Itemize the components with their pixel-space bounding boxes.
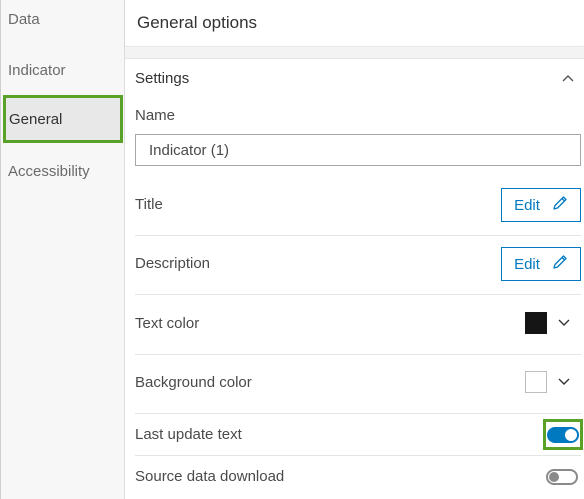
divider [135, 413, 581, 414]
text-color-swatch[interactable] [525, 312, 547, 334]
sidebar-item-accessibility[interactable]: Accessibility [1, 146, 125, 196]
description-label: Description [135, 255, 211, 272]
sidebar: Data Indicator General Accessibility [1, 0, 125, 499]
edit-description-button[interactable]: Edit [501, 247, 581, 281]
source-data-download-label: Source data download [135, 468, 285, 485]
chevron-down-icon[interactable] [557, 316, 571, 330]
sidebar-item-indicator[interactable]: Indicator [1, 45, 125, 95]
pencil-icon [552, 195, 568, 215]
name-label: Name [135, 107, 176, 124]
sidebar-item-general[interactable]: General [3, 95, 123, 143]
chevron-down-icon[interactable] [557, 375, 571, 389]
last-update-text-toggle[interactable] [547, 426, 579, 443]
sidebar-item-data[interactable]: Data [1, 0, 125, 44]
settings-card: Settings Name Title Edit [125, 58, 584, 499]
edit-title-label: Edit [514, 196, 540, 214]
name-field[interactable] [135, 134, 581, 166]
background-color-label: Background color [135, 374, 252, 391]
toggle-knob [549, 472, 559, 482]
settings-header[interactable]: Settings [135, 65, 575, 91]
page-title: General options [137, 13, 258, 32]
last-update-text-label: Last update text [135, 426, 242, 443]
divider [135, 354, 581, 355]
pencil-icon [552, 254, 568, 274]
window-frame: Data Indicator General Accessibility Gen… [0, 0, 584, 499]
toggle-highlight [543, 419, 583, 450]
background-color-swatch[interactable] [525, 371, 547, 393]
divider [135, 455, 581, 456]
sidebar-item-label: Indicator [8, 61, 66, 79]
main-panel: General options Settings Name Title Edit [125, 0, 584, 499]
divider [135, 235, 581, 236]
settings-title: Settings [135, 69, 190, 87]
edit-title-button[interactable]: Edit [501, 188, 581, 222]
chevron-up-icon[interactable] [561, 71, 575, 85]
title-label: Title [135, 196, 163, 213]
sidebar-item-label: Data [8, 10, 40, 28]
edit-description-label: Edit [514, 255, 540, 273]
source-data-download-toggle[interactable] [546, 469, 578, 485]
sidebar-item-label: Accessibility [8, 162, 90, 180]
toggle-knob [565, 428, 577, 441]
settings-section: Settings Name Title Edit [125, 48, 584, 499]
sidebar-item-label: General [9, 110, 63, 128]
panel-header: General options [125, 0, 584, 47]
text-color-label: Text color [135, 315, 200, 332]
divider [135, 294, 581, 295]
